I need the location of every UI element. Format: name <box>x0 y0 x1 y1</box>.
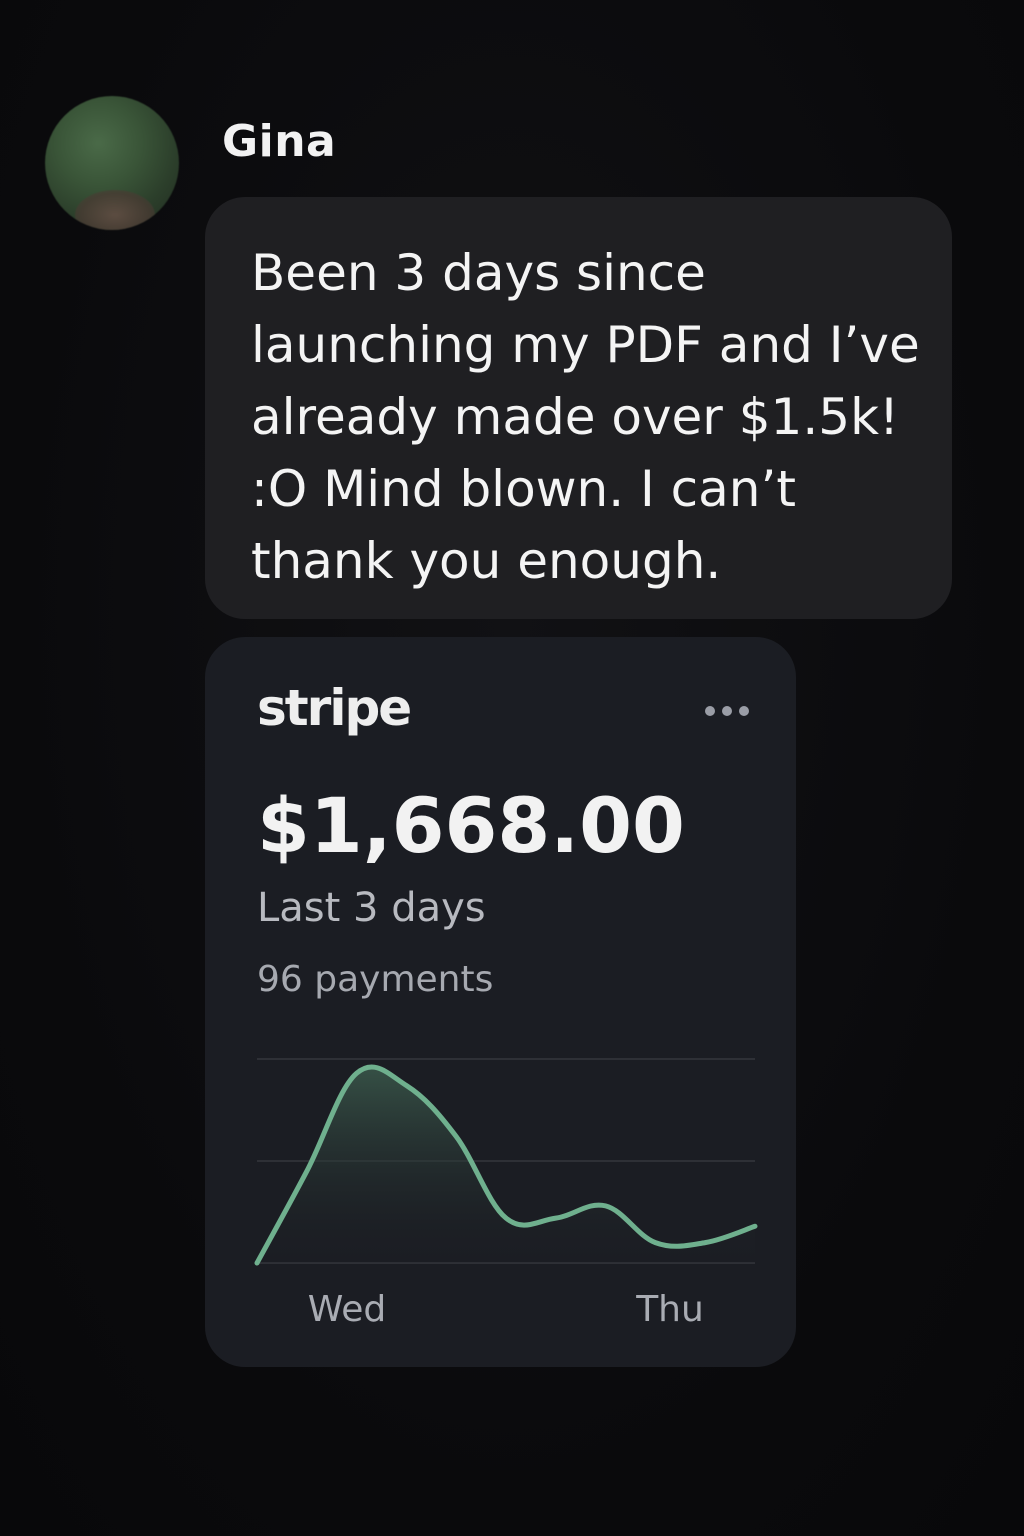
x-tick-label: Wed <box>308 1289 387 1330</box>
chat-screen: Gina Been 3 days since launching my PDF … <box>0 0 1024 1536</box>
more-dot <box>705 706 715 716</box>
stripe-card[interactable]: stripe $1,668.00 Last 3 days 96 payments… <box>205 637 796 1367</box>
message-bubble[interactable]: Been 3 days since launching my PDF and I… <box>205 197 952 619</box>
stripe-logo: stripe <box>257 679 412 737</box>
message-text: Been 3 days since launching my PDF and I… <box>251 244 920 590</box>
revenue-chart: Wed Thu <box>254 1058 758 1330</box>
chart-area <box>257 1066 755 1263</box>
sender-name: Gina <box>222 116 337 167</box>
payments-count: 96 payments <box>257 959 494 1000</box>
more-dot <box>739 706 749 716</box>
more-options-icon[interactable] <box>705 699 749 723</box>
more-dot <box>722 706 732 716</box>
x-tick-label: Thu <box>635 1289 704 1330</box>
avatar[interactable] <box>45 96 179 230</box>
period-label: Last 3 days <box>257 885 486 931</box>
amount: $1,668.00 <box>257 781 685 870</box>
